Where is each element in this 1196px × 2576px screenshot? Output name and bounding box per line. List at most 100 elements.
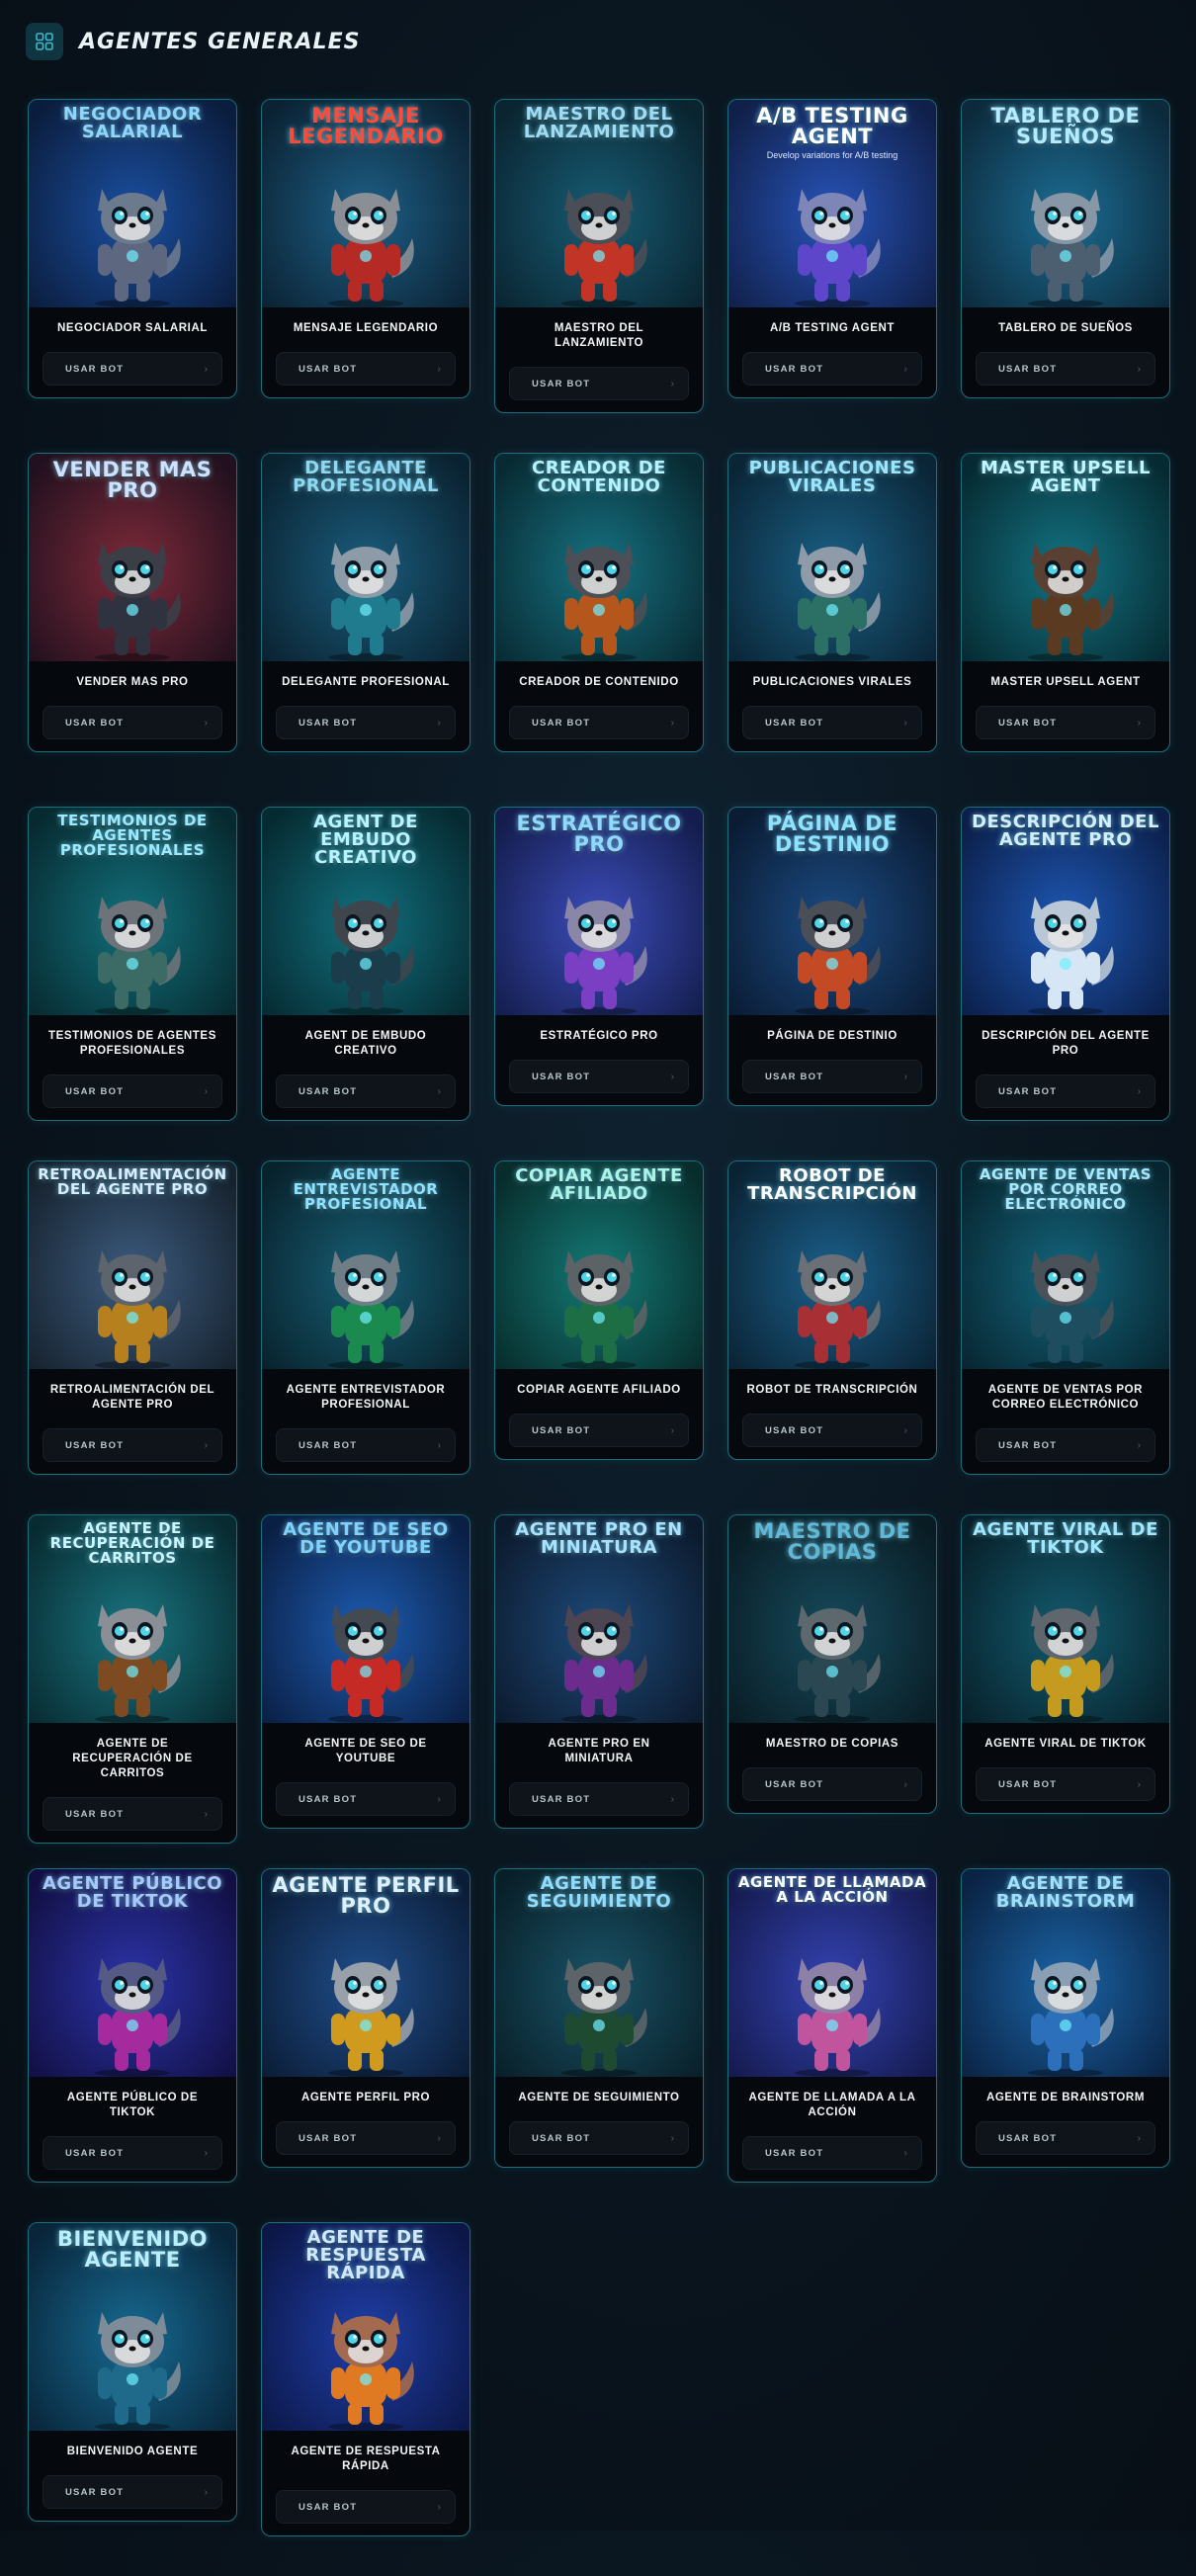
agent-name: COPIAR AGENTE AFILIADO <box>517 1384 681 1396</box>
agent-card[interactable]: AGENTE PRO EN MINIATURA AGENTE PRO EN MI… <box>494 1514 704 1829</box>
agent-card[interactable]: PÁGINA DE DESTINIO PÁGINA DE DESTINIO USA… <box>727 807 937 1106</box>
agent-card-slot: VENDER MAS PRO VENDER MAS PRO USAR BOT › <box>28 453 237 807</box>
agent-card[interactable]: AGENTE DE LLAMADA A LA ACCIÓN AGENTE DE … <box>727 1868 937 2183</box>
use-bot-button[interactable]: USAR BOT › <box>509 2121 689 2155</box>
agent-card[interactable]: DELEGANTE PROFESIONAL DELEGANTE PROFESIO… <box>261 453 470 752</box>
use-bot-label: USAR BOT <box>299 1085 358 1097</box>
use-bot-label: USAR BOT <box>65 363 125 375</box>
page-title: AGENTES GENERALES <box>79 29 361 54</box>
grid-icon[interactable] <box>26 23 63 60</box>
use-bot-button[interactable]: USAR BOT › <box>742 706 922 739</box>
use-bot-label: USAR BOT <box>532 2132 591 2144</box>
use-bot-button[interactable]: USAR BOT › <box>742 1767 922 1801</box>
use-bot-button[interactable]: USAR BOT › <box>509 706 689 739</box>
agent-card[interactable]: ROBOT DE TRANSCRIPCIÓN ROBOT DE TRANSCRI… <box>727 1160 937 1460</box>
agent-card[interactable]: MASTER UPSELL AGENT MASTER UPSELL AGENT U… <box>961 453 1170 752</box>
agent-card[interactable]: AGENTE DE RECUPERACIÓN DE CARRITOS AGENT… <box>28 1514 237 1844</box>
agent-artwork: TESTIMONIOS DE AGENTES PROFESIONALES <box>29 808 236 1015</box>
wolf-mascot-icon <box>328 2312 414 2431</box>
use-bot-button[interactable]: USAR BOT › <box>43 1797 222 1831</box>
agent-card[interactable]: AGENTE PERFIL PRO AGENTE PERFIL PRO USAR … <box>261 1868 470 2168</box>
agent-card-slot: AGENTE DE VENTAS POR CORREO ELECTRÓNICO … <box>961 1160 1170 1514</box>
agent-card[interactable]: AGENTE VIRAL DE TIKTOK AGENTE VIRAL DE T… <box>961 1514 1170 1814</box>
use-bot-button[interactable]: USAR BOT › <box>976 706 1155 739</box>
agent-name: DESCRIPCIÓN DEL AGENTE PRO <box>982 1030 1150 1057</box>
use-bot-button[interactable]: USAR BOT › <box>742 1414 922 1447</box>
agent-card[interactable]: CREADOR DE CONTENIDO CREADOR DE CONTENID… <box>494 453 704 752</box>
use-bot-button[interactable]: USAR BOT › <box>43 1428 222 1462</box>
agent-card[interactable]: ESTRATÉGICO PRO ESTRATÉGICO PRO USAR BOT › <box>494 807 704 1106</box>
use-bot-label: USAR BOT <box>65 717 125 729</box>
use-bot-button[interactable]: USAR BOT › <box>976 1074 1155 1108</box>
chevron-right-icon: › <box>437 363 441 375</box>
use-bot-button[interactable]: USAR BOT › <box>276 1074 456 1108</box>
agent-artwork: CREADOR DE CONTENIDO <box>495 454 703 661</box>
agent-artwork: DELEGANTE PROFESIONAL <box>262 454 470 661</box>
card-body: AGENTE DE RESPUESTA RÁPIDA USAR BOT › <box>262 2431 470 2535</box>
use-bot-button[interactable]: USAR BOT › <box>43 1074 222 1108</box>
artwork-title: MENSAJE LEGENDARIO <box>288 104 444 148</box>
wolf-mascot-icon <box>328 1958 414 2077</box>
agent-card[interactable]: COPIAR AGENTE AFILIADO COPIAR AGENTE AFI… <box>494 1160 704 1460</box>
use-bot-button[interactable]: USAR BOT › <box>976 1767 1155 1801</box>
use-bot-button[interactable]: USAR BOT › <box>43 706 222 739</box>
use-bot-button[interactable]: USAR BOT › <box>276 1782 456 1816</box>
agent-name: MASTER UPSELL AGENT <box>990 676 1141 688</box>
artwork-title: AGENTE DE BRAINSTORM <box>995 1873 1136 1912</box>
use-bot-button[interactable]: USAR BOT › <box>742 2136 922 2170</box>
agent-card[interactable]: BIENVENIDO AGENTE BIENVENIDO AGENTE USAR … <box>28 2222 237 2522</box>
use-bot-button[interactable]: USAR BOT › <box>509 367 689 400</box>
agent-artwork: TABLERO DE SUEÑOS <box>962 100 1169 307</box>
agent-card[interactable]: A/B TESTING AGENT Develop variations for … <box>727 99 937 398</box>
agent-card[interactable]: VENDER MAS PRO VENDER MAS PRO USAR BOT › <box>28 453 237 752</box>
agent-card[interactable]: DESCRIPCIÓN DEL AGENTE PRO DESCRIPCIÓN D… <box>961 807 1170 1121</box>
wolf-mascot-icon <box>328 189 414 307</box>
agent-name: VENDER MAS PRO <box>76 676 189 688</box>
use-bot-button[interactable]: USAR BOT › <box>43 2136 222 2170</box>
use-bot-button[interactable]: USAR BOT › <box>742 352 922 386</box>
wolf-mascot-icon <box>1028 1250 1114 1369</box>
wolf-mascot-icon <box>95 1958 181 2077</box>
agent-card[interactable]: NEGOCIADOR SALARIAL NEGOCIADOR SALARIAL U… <box>28 99 237 398</box>
agent-card[interactable]: PUBLICACIONES VIRALES PUBLICACIONES VIRA… <box>727 453 937 752</box>
use-bot-button[interactable]: USAR BOT › <box>43 2475 222 2509</box>
agent-card[interactable]: TABLERO DE SUEÑOS TABLERO DE SUEÑOS USAR … <box>961 99 1170 398</box>
agent-card[interactable]: TESTIMONIOS DE AGENTES PROFESIONALES TES… <box>28 807 237 1121</box>
agent-card[interactable]: MENSAJE LEGENDARIO MENSAJE LEGENDARIO USA… <box>261 99 470 398</box>
agent-card[interactable]: AGENTE PÚBLICO DE TIKTOK AGENTE PÚBLICO … <box>28 1868 237 2183</box>
agent-card-slot: PÁGINA DE DESTINIO PÁGINA DE DESTINIO USA… <box>727 807 937 1160</box>
agent-card[interactable]: MAESTRO DEL LANZAMIENTO MAESTRO DEL LANZ… <box>494 99 704 413</box>
agent-card[interactable]: MAESTRO DE COPIAS MAESTRO DE COPIAS USAR … <box>727 1514 937 1814</box>
use-bot-button[interactable]: USAR BOT › <box>276 352 456 386</box>
use-bot-button[interactable]: USAR BOT › <box>276 706 456 739</box>
use-bot-button[interactable]: USAR BOT › <box>742 1060 922 1093</box>
agent-card[interactable]: AGENTE DE SEGUIMIENTO AGENTE DE SEGUIMIE… <box>494 1868 704 2168</box>
wolf-mascot-icon <box>95 897 181 1015</box>
agent-card[interactable]: AGENTE DE BRAINSTORM AGENTE DE BRAINSTOR… <box>961 1868 1170 2168</box>
card-body: DELEGANTE PROFESIONAL USAR BOT › <box>262 661 470 751</box>
use-bot-button[interactable]: USAR BOT › <box>976 2121 1155 2155</box>
card-body: AGENTE DE SEGUIMIENTO USAR BOT › <box>495 2077 703 2167</box>
chevron-right-icon: › <box>204 1085 208 1097</box>
use-bot-button[interactable]: USAR BOT › <box>509 1782 689 1816</box>
use-bot-label: USAR BOT <box>765 717 824 729</box>
agent-card[interactable]: AGENT DE EMBUDO CREATIVO AGENT DE EMBUDO… <box>261 807 470 1121</box>
use-bot-button[interactable]: USAR BOT › <box>276 1428 456 1462</box>
agent-card[interactable]: AGENTE ENTREVISTADOR PROFESIONAL AGENTE … <box>261 1160 470 1475</box>
agent-card[interactable]: RETROALIMENTACIÓN DEL AGENTE PRO RETROAL… <box>28 1160 237 1475</box>
agent-card[interactable]: AGENTE DE RESPUESTA RÁPIDA AGENTE DE RES… <box>261 2222 470 2536</box>
agent-card[interactable]: AGENTE DE SEO DE YOUTUBE AGENTE DE SEO D… <box>261 1514 470 1829</box>
card-body: MAESTRO DEL LANZAMIENTO USAR BOT › <box>495 307 703 412</box>
use-bot-button[interactable]: USAR BOT › <box>509 1414 689 1447</box>
use-bot-button[interactable]: USAR BOT › <box>276 2490 456 2524</box>
use-bot-button[interactable]: USAR BOT › <box>976 352 1155 386</box>
wolf-mascot-icon <box>95 2312 181 2431</box>
use-bot-button[interactable]: USAR BOT › <box>43 352 222 386</box>
use-bot-button[interactable]: USAR BOT › <box>976 1428 1155 1462</box>
use-bot-button[interactable]: USAR BOT › <box>276 2121 456 2155</box>
chevron-right-icon: › <box>670 717 674 729</box>
use-bot-button[interactable]: USAR BOT › <box>509 1060 689 1093</box>
card-body: ESTRATÉGICO PRO USAR BOT › <box>495 1015 703 1105</box>
agent-card[interactable]: AGENTE DE VENTAS POR CORREO ELECTRÓNICO … <box>961 1160 1170 1475</box>
use-bot-label: USAR BOT <box>998 2132 1058 2144</box>
